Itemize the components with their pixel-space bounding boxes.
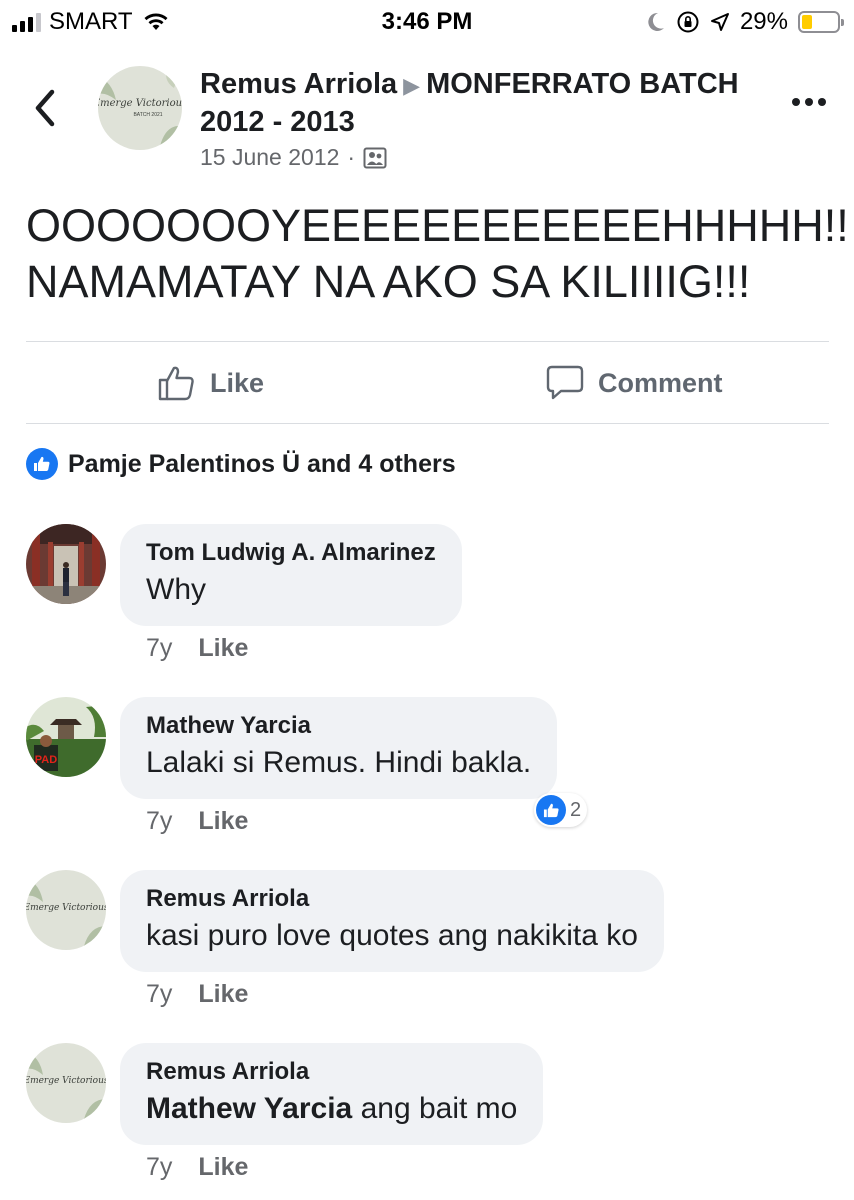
rotation-lock-icon xyxy=(677,11,699,33)
triangle-right-icon: ▶ xyxy=(403,73,421,98)
comment-meta: 7y Like xyxy=(146,807,248,836)
svg-text:PAD: PAD xyxy=(35,754,57,766)
comment-bubble[interactable]: Remus Arriola Mathew Yarcia ang bait mo xyxy=(120,1043,544,1145)
like-button-label: Like xyxy=(210,367,265,398)
commenter-name[interactable]: Mathew Yarcia xyxy=(146,711,531,741)
commenter-avatar[interactable]: PAD xyxy=(26,697,106,777)
avatar-logo-text: Emerge Victorious xyxy=(98,98,182,109)
comment-age[interactable]: 7y xyxy=(146,807,172,836)
commenter-avatar[interactable] xyxy=(26,524,106,604)
post-body: OOOOOOOYEEEEEEEEEEEEHHHHH!! NAMAMATAY NA… xyxy=(26,198,849,310)
comment-text: Why xyxy=(146,573,206,606)
meta-separator: · xyxy=(347,144,356,170)
comment-like-link[interactable]: Like xyxy=(198,634,248,663)
divider xyxy=(26,423,829,424)
comment-bubble[interactable]: Mathew Yarcia Lalaki si Remus. Hindi bak… xyxy=(120,697,558,799)
comment-meta: 7y Like xyxy=(146,980,248,1009)
comment-like-link[interactable]: Like xyxy=(198,1153,248,1182)
mention-link[interactable]: Mathew Yarcia xyxy=(146,1092,352,1125)
reactions-summary[interactable]: Pamje Palentinos Ü and 4 others xyxy=(26,448,456,480)
comment-text: Mathew Yarcia ang bait mo xyxy=(146,1092,518,1125)
commenter-avatar[interactable]: Emerge Victorious xyxy=(26,1043,106,1123)
battery-percent: 29% xyxy=(739,8,788,35)
comment-age[interactable]: 7y xyxy=(146,1153,172,1182)
author-avatar[interactable]: Emerge Victorious BATCH 2021 xyxy=(98,66,182,150)
commenter-name[interactable]: Tom Ludwig A. Almarinez xyxy=(146,538,436,568)
more-options-icon[interactable] xyxy=(792,98,826,106)
thumbs-up-icon xyxy=(158,366,194,401)
comment-like-link[interactable]: Like xyxy=(198,807,248,836)
comment-bubble[interactable]: Tom Ludwig A. Almarinez Why xyxy=(120,524,462,626)
comment-text: kasi puro love quotes ang nakikita ko xyxy=(146,919,638,952)
location-arrow-icon xyxy=(710,13,729,31)
post-actions: Like Comment xyxy=(0,342,854,424)
back-chevron-icon[interactable] xyxy=(30,86,60,130)
reactions-summary-text: Pamje Palentinos Ü and 4 others xyxy=(68,449,456,478)
like-reaction-icon xyxy=(536,795,566,825)
comment-meta: 7y Like xyxy=(146,634,248,663)
like-reaction-icon xyxy=(26,448,58,480)
comment-button-label: Comment xyxy=(598,367,723,398)
post-date[interactable]: 15 June 2012 xyxy=(200,144,339,171)
svg-text:BATCH 2021: BATCH 2021 xyxy=(133,112,162,118)
battery-fill xyxy=(802,15,812,29)
moon-icon xyxy=(648,12,664,31)
battery-icon xyxy=(798,11,844,33)
commenter-name[interactable]: Remus Arriola xyxy=(146,884,638,914)
post-header: Remus Arriola ▶ MONFERRATO BATCH 2012 - 20… xyxy=(200,66,760,171)
like-button[interactable]: Like xyxy=(158,364,264,402)
comment-meta: 7y Like xyxy=(146,1153,248,1182)
commenter-avatar[interactable]: Emerge Victorious xyxy=(26,870,106,950)
post-line-1: OOOOOOOYEEEEEEEEEEEEHHHHH!! xyxy=(26,200,849,251)
commenter-name[interactable]: Remus Arriola xyxy=(146,1057,517,1087)
comment-bubble[interactable]: Remus Arriola kasi puro love quotes ang … xyxy=(120,870,664,972)
author-name[interactable]: Remus Arriola xyxy=(200,68,397,100)
status-bar: SMART 3:46 PM 29% xyxy=(0,0,854,44)
group-members-icon xyxy=(363,147,387,168)
svg-text:Emerge Victorious: Emerge Victorious xyxy=(26,1076,106,1086)
svg-text:Emerge Victorious: Emerge Victorious xyxy=(26,903,106,913)
comment-age[interactable]: 7y xyxy=(146,980,172,1009)
post-line-2: NAMAMATAY NA AKO SA KILIIIIG!!! xyxy=(26,256,751,307)
comment-button[interactable]: Comment xyxy=(546,364,723,402)
comment-like-link[interactable]: Like xyxy=(198,980,248,1009)
comment-bubble-icon xyxy=(546,365,584,400)
reaction-count: 2 xyxy=(570,798,582,821)
comment-text: Lalaki si Remus. Hindi bakla. xyxy=(146,746,532,779)
comment-reaction-count[interactable]: 2 xyxy=(534,793,588,827)
comment-age[interactable]: 7y xyxy=(146,634,172,663)
